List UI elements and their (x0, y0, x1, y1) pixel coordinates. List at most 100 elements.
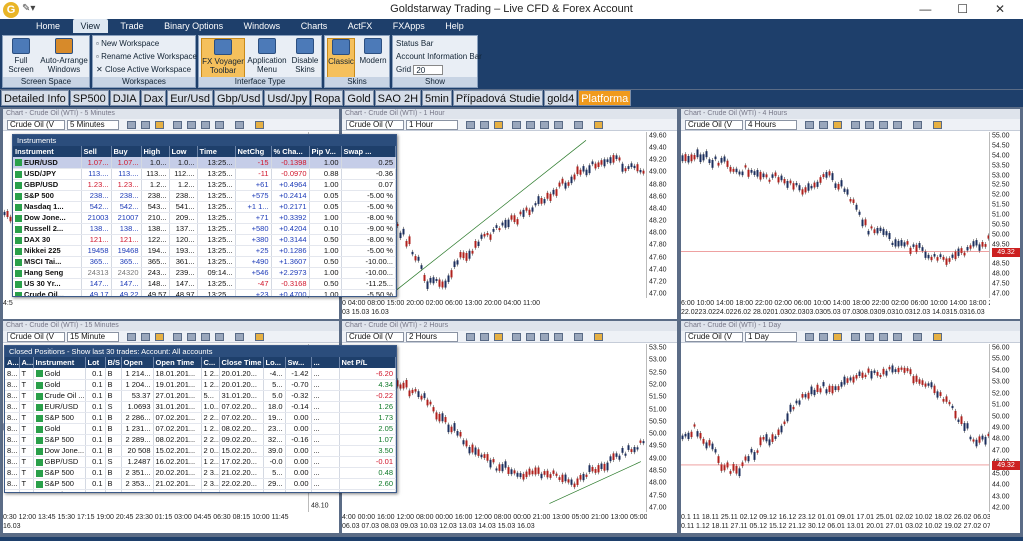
save-icon[interactable] (893, 333, 902, 341)
link-icon[interactable] (933, 121, 942, 129)
chart-type-icon[interactable] (127, 121, 136, 129)
zoom-in-icon[interactable] (851, 121, 860, 129)
close-button[interactable]: ✕ (983, 2, 1017, 16)
workspace-tab[interactable]: Eur/Usd (167, 90, 213, 106)
table-row[interactable]: S&P 500 238... 238... 238... 238... 13:25... +… (13, 190, 396, 202)
print-icon[interactable] (879, 333, 888, 341)
symbol-select[interactable]: Crude Oil (V (685, 120, 743, 130)
workspace-tab[interactable]: Dax (140, 90, 167, 106)
save-icon[interactable] (554, 333, 563, 341)
column-header[interactable]: Instrument (33, 357, 86, 368)
workspace-tab[interactable]: SP500 (69, 90, 109, 106)
column-header[interactable]: A... (19, 357, 34, 368)
workspace-tab[interactable]: Gbp/Usd (213, 90, 264, 106)
column-header[interactable]: A... (5, 357, 20, 368)
workspace-tab[interactable]: Platforma (578, 90, 632, 106)
period-select[interactable]: 4 Hours (745, 120, 797, 130)
column-header[interactable]: Open Time (153, 357, 202, 368)
column-header[interactable]: Lot (85, 357, 106, 368)
chart-type-icon[interactable] (805, 333, 814, 341)
zoom-in-icon[interactable] (173, 333, 182, 341)
table-row[interactable]: Nasdaq 1... 542... 542... 543... 541... 13:25… (13, 201, 396, 213)
rename-workspace-button[interactable]: ▫ Rename Active Workspace (96, 52, 197, 61)
classic-skin-button[interactable]: Classic (327, 38, 355, 78)
crosshair-icon[interactable] (155, 333, 164, 341)
menu-charts[interactable]: Charts (293, 19, 336, 33)
menu-home[interactable]: Home (28, 19, 68, 33)
zoom-out-icon[interactable] (187, 121, 196, 129)
period-select[interactable]: 1 Hour (406, 120, 458, 130)
table-row[interactable]: 8... T Crude Oil ... 0.1 B 53.37 27.01.201... 5… (5, 390, 396, 402)
column-header[interactable]: % Cha... (271, 146, 310, 157)
table-row[interactable]: 8... T S&P 500 0.1 B 2 353... 21.02.201... 2 3.… (5, 478, 396, 490)
link-icon[interactable] (594, 333, 603, 341)
table-row[interactable]: 8... T S&P 500 0.1 B 2 286... 07.02.201... 2 2.… (5, 412, 396, 424)
new-workspace-button[interactable]: ▫ New Workspace (96, 39, 159, 48)
crosshair-icon[interactable] (155, 121, 164, 129)
table-row[interactable]: 8... T EUR/USD 0.1 S 1.0693 31.01.201... 1.0...… (5, 401, 396, 413)
period-select[interactable]: 15 Minute (67, 332, 119, 342)
table-row[interactable]: Russell 2... 138... 138... 138... 137... 13:2… (13, 223, 396, 235)
symbol-select[interactable]: Crude Oil (V (7, 120, 65, 130)
table-row[interactable]: USD/JPY 113.... 113.... 113.... 112.... 13:25… (13, 168, 396, 180)
drawing-tool-icon[interactable] (235, 121, 244, 129)
workspace-tab[interactable]: DJIA (109, 90, 140, 106)
chart-type-icon[interactable] (805, 121, 814, 129)
table-row[interactable]: 8... T Dow Jone... 0.1 B 20 508 15.02.201... 2 … (5, 445, 396, 457)
table-row[interactable]: EUR/USD 1.07... 1.07... 1.0... 1.0... 13:25..… (13, 157, 396, 169)
workspace-tab[interactable]: Detailed Info (1, 90, 69, 106)
crosshair-icon[interactable] (494, 121, 503, 129)
print-icon[interactable] (201, 333, 210, 341)
table-row[interactable]: 8... T Gold 0.1 B 1 214... 18.01.201... 1 2... 2… (5, 368, 396, 380)
crosshair-icon[interactable] (494, 333, 503, 341)
indicator-icon[interactable] (819, 121, 828, 129)
menu-trade[interactable]: Trade (112, 19, 151, 33)
close-workspace-button[interactable]: ✕ Close Active Workspace (96, 65, 191, 74)
print-icon[interactable] (879, 121, 888, 129)
column-header[interactable]: Time (197, 146, 236, 157)
drawing-tool-icon[interactable] (574, 333, 583, 341)
candlestick-plot[interactable] (681, 344, 990, 512)
menu-binary-options[interactable]: Binary Options (156, 19, 231, 33)
crosshair-icon[interactable] (833, 121, 842, 129)
save-icon[interactable] (215, 333, 224, 341)
modern-skin-button[interactable]: Modern (358, 38, 388, 65)
table-row[interactable]: Crude Oil... 49.17 49.22 49.57 48.97 13:25...… (13, 289, 396, 296)
table-row[interactable]: Hang Seng 24313 24320 243... 239... 09:14... +… (13, 267, 396, 279)
zoom-out-icon[interactable] (865, 333, 874, 341)
column-header[interactable]: B/S (105, 357, 122, 368)
indicator-icon[interactable] (141, 333, 150, 341)
column-header[interactable]: Lo... (263, 357, 286, 368)
table-row[interactable]: MSCI Tai... 365... 365... 365... 361... 13:25… (13, 256, 396, 268)
symbol-select[interactable]: Crude Oil (V (7, 332, 65, 342)
column-header[interactable]: Instrument (13, 146, 82, 157)
link-icon[interactable] (255, 333, 264, 341)
application-menu-button[interactable]: Application Menu (247, 38, 287, 74)
zoom-in-icon[interactable] (173, 121, 182, 129)
candlestick-plot[interactable] (681, 132, 990, 298)
drawing-tool-icon[interactable] (913, 121, 922, 129)
table-row[interactable]: 8... T S&P 500 0.1 B 2 289... 08.02.201... 2 2.… (5, 434, 396, 446)
indicator-icon[interactable] (819, 333, 828, 341)
menu-fxapps[interactable]: FXApps (385, 19, 433, 33)
zoom-in-icon[interactable] (512, 121, 521, 129)
full-screen-button[interactable]: Full Screen (6, 38, 36, 74)
period-select[interactable]: 1 Day (745, 332, 797, 342)
column-header[interactable]: NetChg (235, 146, 272, 157)
account-info-bar-toggle[interactable]: Account Information Bar (396, 52, 482, 61)
column-header[interactable]: C... (201, 357, 220, 368)
symbol-select[interactable]: Crude Oil (V (346, 332, 404, 342)
indicator-icon[interactable] (480, 333, 489, 341)
drawing-tool-icon[interactable] (913, 333, 922, 341)
symbol-select[interactable]: Crude Oil (V (346, 120, 404, 130)
print-icon[interactable] (201, 121, 210, 129)
column-header[interactable]: Close Time (219, 357, 264, 368)
table-row[interactable]: Dow Jone... 21003 21007 210... 209... 13:25..… (13, 212, 396, 224)
fx-voyager-toolbar-button[interactable]: FX Voyager Toolbar (201, 38, 245, 78)
workspace-tab[interactable]: SAO 2H (374, 90, 422, 106)
workspace-tab[interactable]: Gold (344, 90, 374, 106)
zoom-in-icon[interactable] (512, 333, 521, 341)
zoom-out-icon[interactable] (526, 121, 535, 129)
column-header[interactable]: Pip V... (309, 146, 342, 157)
workspace-tab[interactable]: Usd/Jpy (264, 90, 311, 106)
